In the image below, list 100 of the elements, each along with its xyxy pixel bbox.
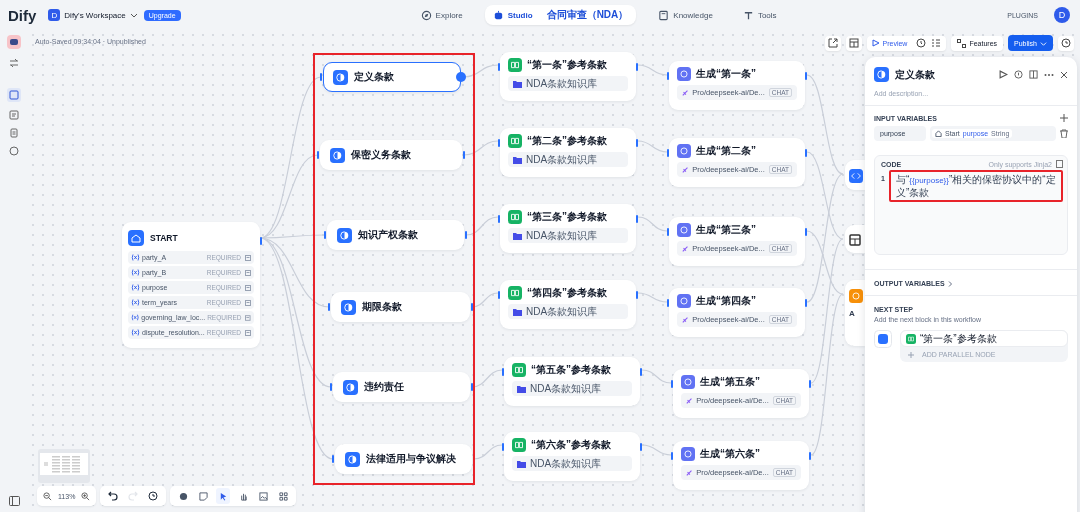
log-icon[interactable] xyxy=(9,110,19,120)
node-handle[interactable] xyxy=(463,151,465,159)
node-handle[interactable] xyxy=(328,303,330,311)
node-handle[interactable] xyxy=(324,231,326,239)
node-handle[interactable] xyxy=(498,63,500,71)
workflow-node[interactable] xyxy=(845,160,865,190)
template-node[interactable]: 定义条款 xyxy=(323,62,461,92)
node-handle[interactable] xyxy=(498,215,500,223)
hand-icon xyxy=(238,491,248,501)
copy-icon[interactable] xyxy=(1056,160,1063,168)
delete-icon[interactable] xyxy=(1060,129,1068,138)
chevron-icon xyxy=(947,280,953,287)
zoom-out-icon[interactable] xyxy=(43,491,52,501)
history-button[interactable] xyxy=(1058,35,1074,51)
knowledge-base-name: NDA条款知识库 xyxy=(526,304,598,319)
llm-icon xyxy=(677,67,691,81)
zoom-in-icon[interactable] xyxy=(81,491,91,501)
checklist-icon[interactable] xyxy=(931,38,942,48)
template-node[interactable]: 法律适用与争议解决 xyxy=(335,444,472,474)
knowledge-node[interactable]: “第六条”参考条款 NDA条款知识库 xyxy=(504,432,640,481)
node-handle[interactable] xyxy=(636,63,638,71)
node-handle[interactable] xyxy=(465,231,467,239)
node-title: 知识产权条款 xyxy=(358,228,418,242)
nav-tab[interactable]: Tools xyxy=(734,6,785,24)
workflow-icon[interactable] xyxy=(7,88,21,102)
template-node[interactable]: 保密义务条款 xyxy=(320,140,462,170)
history-button[interactable] xyxy=(146,488,161,504)
node-handle[interactable] xyxy=(809,452,811,460)
node-title: 法律适用与争议解决 xyxy=(366,452,456,466)
close-icon[interactable] xyxy=(1060,70,1068,79)
nav-tab[interactable]: Knowledge xyxy=(650,6,721,24)
connector-line xyxy=(473,444,503,460)
node-handle[interactable] xyxy=(667,228,669,236)
open-external-button[interactable] xyxy=(824,35,841,51)
node-title: “第六条”参考条款 xyxy=(531,438,611,452)
knowledge-node[interactable]: “第一条”参考条款 NDA条款知识库 xyxy=(500,52,636,101)
knowledge-node[interactable]: “第四条”参考条款 NDA条款知识库 xyxy=(500,280,636,329)
add-icon[interactable] xyxy=(1060,114,1068,122)
clock-icon xyxy=(148,491,159,501)
node-handle[interactable] xyxy=(671,452,673,460)
document-icon[interactable] xyxy=(9,128,19,138)
app-robot-icon[interactable] xyxy=(6,34,22,50)
node-handle[interactable] xyxy=(317,151,319,159)
sidebar-toggle-icon[interactable] xyxy=(8,496,20,506)
next-node-item[interactable]: “第一条”参考条款 xyxy=(900,330,1068,347)
node-handle[interactable] xyxy=(667,72,669,80)
node-title: START xyxy=(150,233,178,243)
more-icon[interactable] xyxy=(1044,72,1054,77)
connector-line xyxy=(641,369,672,384)
nav-tab[interactable]: Studio 合同审查（NDA） xyxy=(484,5,637,25)
node-handle[interactable] xyxy=(636,139,638,147)
node-handle[interactable] xyxy=(671,380,673,388)
node-title: 生成“第二条” xyxy=(696,144,756,158)
node-handle[interactable] xyxy=(805,228,807,236)
node-handle[interactable] xyxy=(498,139,500,147)
layout-button[interactable] xyxy=(845,35,862,51)
add-node-handle[interactable] xyxy=(456,72,466,82)
knowledge-node[interactable]: “第三条”参考条款 NDA条款知识库 xyxy=(500,204,636,253)
node-handle[interactable] xyxy=(498,291,500,299)
knowledge-node[interactable]: “第二条”参考条款 NDA条款知识库 xyxy=(500,128,636,177)
home-icon xyxy=(128,230,144,246)
node-handle[interactable] xyxy=(330,383,332,391)
node-handle[interactable] xyxy=(502,368,504,376)
clock-icon[interactable] xyxy=(916,38,927,48)
info-icon[interactable] xyxy=(1014,70,1023,79)
pointer-tool-button[interactable] xyxy=(216,488,231,504)
node-handle[interactable] xyxy=(471,303,473,311)
knowledge-node[interactable]: “第五条”参考条款 NDA条款知识库 xyxy=(504,357,640,406)
node-handle[interactable] xyxy=(636,215,638,223)
node-handle[interactable] xyxy=(805,72,807,80)
node-handle[interactable] xyxy=(667,299,669,307)
node-handle[interactable] xyxy=(640,368,642,376)
node-handle[interactable] xyxy=(320,73,322,81)
template-node[interactable]: 违约责任 xyxy=(333,372,470,402)
node-handle[interactable] xyxy=(640,443,642,451)
node-handle[interactable] xyxy=(502,443,504,451)
node-handle[interactable] xyxy=(805,149,807,157)
redo-icon xyxy=(128,491,139,501)
file-icon xyxy=(245,299,251,306)
node-handle[interactable] xyxy=(260,237,262,245)
dify-logo[interactable]: Dify xyxy=(8,6,37,24)
workflow-node[interactable] xyxy=(845,225,865,253)
external-link-icon xyxy=(827,38,838,48)
switch-icon[interactable] xyxy=(9,58,19,68)
node-handle[interactable] xyxy=(332,455,334,463)
node-handle[interactable] xyxy=(805,299,807,307)
node-title: “第三条”参考条款 xyxy=(527,210,607,224)
nav-tab[interactable]: Explore xyxy=(412,6,471,24)
workflow-node[interactable]: A xyxy=(845,280,865,346)
node-handle[interactable] xyxy=(809,380,811,388)
node-handle[interactable] xyxy=(636,291,638,299)
user-avatar[interactable]: D xyxy=(1054,7,1070,23)
template-node[interactable]: 期限条款 xyxy=(331,292,470,322)
node-handle[interactable] xyxy=(471,383,473,391)
monitor-icon[interactable] xyxy=(9,146,19,156)
run-icon[interactable] xyxy=(999,70,1008,79)
template-node[interactable]: 知识产权条款 xyxy=(327,220,464,250)
workspace-switcher[interactable]: D Dify's Workspace xyxy=(48,9,138,21)
minimap[interactable] xyxy=(38,449,90,483)
node-handle[interactable] xyxy=(667,149,669,157)
